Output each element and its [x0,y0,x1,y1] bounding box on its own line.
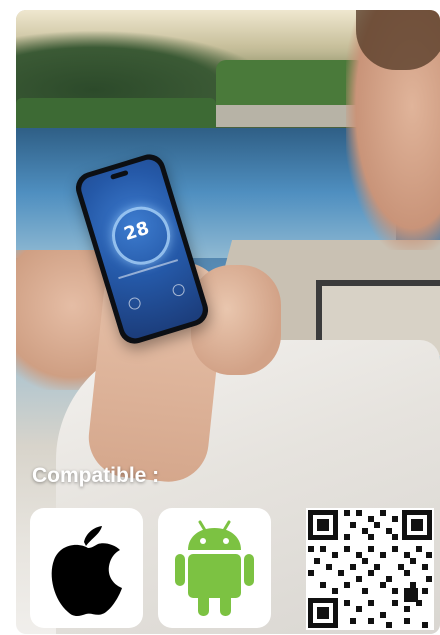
compatible-label: Compatible : [32,464,160,487]
phone-control-icon [171,282,187,298]
pool-water [16,128,396,258]
phone-notch [110,169,129,180]
android-icon [175,520,254,616]
qr-code-icon [308,510,432,628]
phone-control-icon [127,296,143,312]
apple-icon [51,526,122,616]
android-badge[interactable] [158,508,271,628]
qr-code[interactable] [306,508,434,630]
apple-badge[interactable] [30,508,143,628]
